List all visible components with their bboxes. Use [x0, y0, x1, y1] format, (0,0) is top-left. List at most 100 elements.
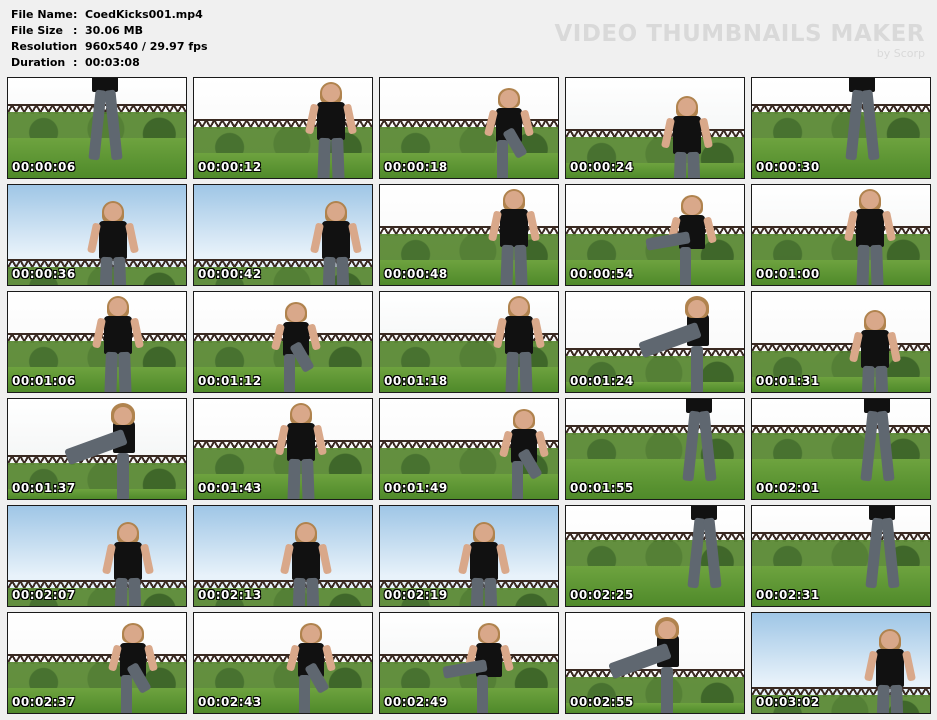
thumbnail-timestamp: 00:00:18: [384, 160, 448, 174]
person-arm: [901, 650, 917, 682]
person-right-leg: [331, 137, 345, 178]
person-head: [678, 98, 696, 116]
frame-person: [608, 613, 697, 713]
person-arm: [495, 543, 511, 575]
video-thumbnail[interactable]: 00:01:12: [193, 291, 373, 393]
person-leg: [691, 346, 703, 392]
frame-person: [281, 613, 341, 713]
file-name-row: File Name : CoedKicks001.mp4: [11, 7, 208, 23]
video-thumbnail[interactable]: 00:01:31: [751, 291, 931, 393]
person-arm: [499, 644, 515, 672]
person-head: [119, 524, 137, 542]
video-thumbnail[interactable]: 00:01:24: [565, 291, 745, 393]
person-head: [109, 298, 127, 316]
person-left-leg: [104, 351, 118, 392]
video-thumbnail[interactable]: 00:02:55: [565, 612, 745, 714]
person-arm: [525, 210, 541, 242]
person-head: [515, 411, 533, 429]
person-arm: [342, 103, 358, 135]
person-arm: [129, 317, 145, 349]
video-thumbnail[interactable]: 00:00:54: [565, 184, 745, 286]
person-torso: [505, 316, 533, 354]
person-torso: [317, 102, 345, 140]
video-thumbnail[interactable]: 00:00:48: [379, 184, 559, 286]
thumbnail-timestamp: 00:00:24: [570, 160, 634, 174]
person-arm: [702, 216, 718, 244]
person-left-leg: [114, 577, 128, 606]
thumbnail-timestamp: 00:01:55: [570, 481, 634, 495]
video-thumbnail[interactable]: 00:00:24: [565, 77, 745, 179]
person-right-leg: [128, 577, 142, 606]
person-right-leg: [698, 410, 717, 482]
video-thumbnail[interactable]: 00:01:55: [565, 398, 745, 500]
video-thumbnail[interactable]: 00:00:18: [379, 77, 559, 179]
frame-person: [442, 613, 519, 713]
person-left-leg: [860, 410, 879, 482]
video-thumbnail[interactable]: 00:01:49: [379, 398, 559, 500]
person-left-leg: [500, 244, 514, 285]
video-thumbnail[interactable]: 00:03:02: [751, 612, 931, 714]
video-thumbnail[interactable]: 00:02:37: [7, 612, 187, 714]
separator: :: [73, 24, 78, 37]
video-thumbnail[interactable]: 00:00:42: [193, 184, 373, 286]
video-thumbnail[interactable]: 00:00:12: [193, 77, 373, 179]
frame-person: [88, 292, 148, 392]
video-thumbnail[interactable]: 00:01:06: [7, 291, 187, 393]
person-left-leg: [845, 89, 864, 161]
thumbnail-timestamp: 00:00:36: [12, 267, 76, 281]
video-thumbnail[interactable]: 00:02:13: [193, 505, 373, 607]
person-right-leg: [870, 244, 884, 285]
person-leg: [121, 675, 132, 713]
person-leg: [477, 675, 488, 713]
video-thumbnail[interactable]: 00:01:37: [7, 398, 187, 500]
frame-person: [845, 292, 905, 392]
person-head: [302, 625, 320, 643]
thumbnail-timestamp: 00:02:13: [198, 588, 262, 602]
file-name-value: CoedKicks001.mp4: [85, 8, 203, 21]
person-left-leg: [876, 684, 890, 713]
video-thumbnail[interactable]: 00:00:30: [751, 77, 931, 179]
person-leg: [497, 140, 508, 178]
thumbnail-timestamp: 00:01:31: [756, 374, 820, 388]
person-right-leg: [306, 577, 320, 606]
person-left-leg: [505, 351, 519, 392]
video-thumbnail[interactable]: 00:02:31: [751, 505, 931, 607]
person-head: [881, 631, 899, 649]
frame-person: [840, 185, 900, 285]
thumbnail-timestamp: 00:00:30: [756, 160, 820, 174]
frame-person: [638, 292, 727, 392]
person-arm: [317, 543, 333, 575]
video-thumbnail[interactable]: 00:02:49: [379, 612, 559, 714]
frame-person: [835, 78, 895, 178]
thumbnail-timestamp: 00:02:31: [756, 588, 820, 602]
person-right-leg: [703, 517, 722, 589]
video-thumbnail[interactable]: 00:00:36: [7, 184, 187, 286]
person-left-leg: [861, 365, 875, 392]
person-right-leg: [875, 365, 889, 392]
person-head: [297, 524, 315, 542]
video-thumbnail[interactable]: 00:01:43: [193, 398, 373, 500]
person-head: [114, 407, 132, 425]
person-right-leg: [301, 458, 315, 499]
duration-row: Duration : 00:03:08: [11, 55, 208, 71]
person-arm: [321, 644, 337, 672]
video-thumbnail[interactable]: 00:02:01: [751, 398, 931, 500]
video-thumbnail[interactable]: 00:02:07: [7, 505, 187, 607]
video-thumbnail[interactable]: 00:01:00: [751, 184, 931, 286]
video-thumbnail[interactable]: 00:02:25: [565, 505, 745, 607]
frame-person: [454, 506, 514, 606]
video-thumbnail[interactable]: 00:00:06: [7, 77, 187, 179]
person-left-leg: [322, 256, 336, 285]
person-arm: [698, 117, 714, 149]
video-thumbnail[interactable]: 00:01:18: [379, 291, 559, 393]
video-thumbnail[interactable]: 00:02:19: [379, 505, 559, 607]
resolution-label: Resolution: [11, 40, 78, 53]
person-left-leg: [865, 517, 884, 589]
frame-person: [484, 185, 544, 285]
video-thumbnail[interactable]: 00:02:43: [193, 612, 373, 714]
thumbnail-timestamp: 00:02:01: [756, 481, 820, 495]
person-torso: [861, 330, 889, 368]
thumbnail-timestamp: 00:01:49: [384, 481, 448, 495]
thumbnail-timestamp: 00:00:06: [12, 160, 76, 174]
person-right-leg: [514, 244, 528, 285]
